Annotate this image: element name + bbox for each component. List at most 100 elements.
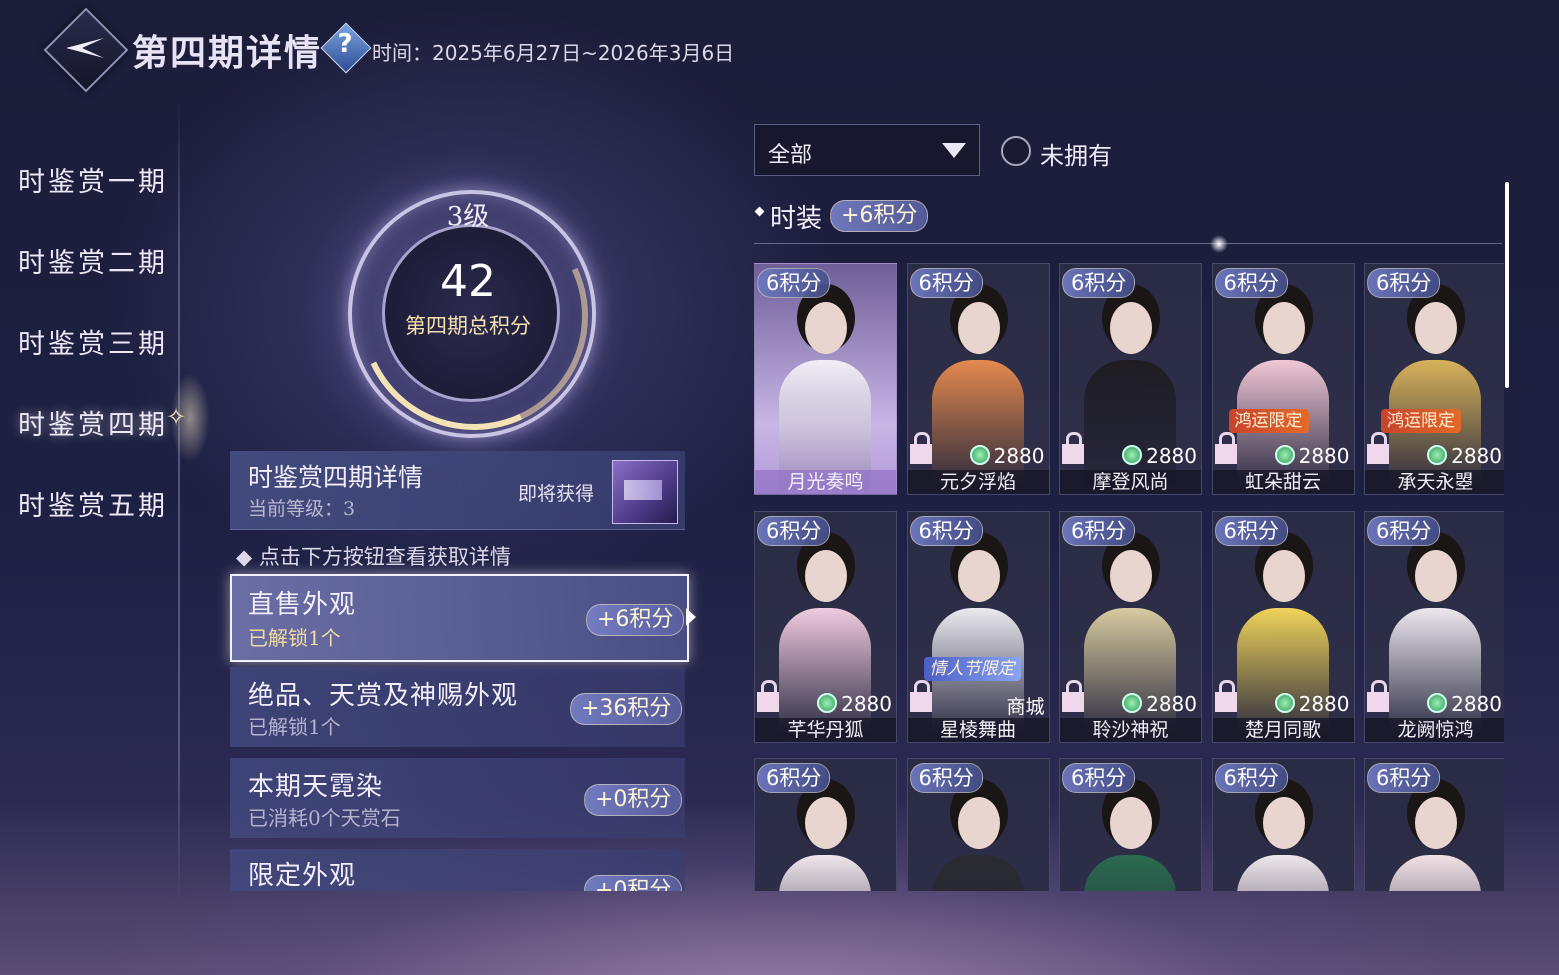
- character-head: [957, 302, 1000, 354]
- dropdown-arrow-icon: [942, 143, 966, 158]
- outfit-card[interactable]: 6积分 2880 鸿运限定承天永曌: [1364, 263, 1504, 495]
- unowned-radio[interactable]: [1001, 136, 1031, 166]
- jade-coin-icon: [1122, 445, 1143, 465]
- outfit-card[interactable]: 6积分月光奏鸣: [754, 263, 897, 495]
- question-icon: ?: [337, 29, 353, 59]
- jade-coin-icon: [969, 445, 990, 465]
- nav-item-period-4[interactable]: 时鉴赏四期: [18, 403, 168, 442]
- outfit-card[interactable]: 6积分: [754, 758, 897, 891]
- price: 2880: [817, 692, 892, 716]
- outfit-name: 摩登风尚: [1060, 470, 1201, 494]
- character-head: [957, 549, 1000, 602]
- points-badge: 6积分: [1367, 515, 1441, 546]
- category-title: 本期天霓染: [248, 772, 384, 802]
- outfit-card[interactable]: 6积分 2880 摩登风尚: [1059, 263, 1202, 495]
- outfit-card[interactable]: 6积分 2880 龙阙惊鸿: [1364, 510, 1504, 743]
- scrollbar-thumb[interactable]: [1505, 182, 1509, 388]
- outfit-card[interactable]: 6积分 2880 芊华丹狐: [754, 510, 897, 743]
- points-badge: 6积分: [757, 268, 831, 298]
- filter-selected: 全部: [768, 143, 813, 168]
- nav-item-period-1[interactable]: 时鉴赏一期: [18, 160, 168, 199]
- outfit-name: 元夕浮焰: [907, 470, 1049, 494]
- points-badge: 6积分: [1062, 515, 1136, 546]
- jade-coin-icon: [1274, 692, 1295, 713]
- lock-icon: [757, 679, 779, 714]
- character-head: [1110, 302, 1152, 354]
- outfit-card[interactable]: 6积分 2880 楚月同歌: [1211, 510, 1355, 743]
- unowned-label[interactable]: 未拥有: [1040, 136, 1112, 171]
- total-score-label: 第四期总积分: [405, 314, 531, 338]
- outfit-card[interactable]: 6积分 商城 情人节限定 星棱舞曲: [906, 510, 1050, 743]
- character-head: [1110, 549, 1152, 602]
- price: 2880: [1427, 692, 1502, 716]
- limited-tag: 鸿运限定: [1228, 409, 1309, 433]
- lock-icon: [1062, 432, 1084, 466]
- outfit-card[interactable]: 6积分: [906, 758, 1050, 891]
- section-title: 时装: [770, 204, 823, 234]
- character-head: [1262, 302, 1305, 354]
- lock-icon: [909, 679, 932, 714]
- character-head: [1415, 549, 1457, 602]
- category-premium[interactable]: 绝品、天赏及神赐外观 已解锁1个 +36积分: [230, 667, 685, 747]
- jade-coin-icon: [1122, 692, 1143, 713]
- outfit-name: 月光奏鸣: [755, 470, 896, 494]
- category-limited[interactable]: 限定外观 +0积分: [230, 849, 685, 891]
- outfit-card[interactable]: 6积分: [1059, 758, 1202, 891]
- period-text: 时间：2025年6月27日~2026年3月6日: [372, 41, 735, 65]
- points-badge: 6积分: [1062, 763, 1136, 793]
- outfit-name: 虹朵甜云: [1212, 470, 1354, 494]
- upcoming-reward-label: 即将获得: [518, 483, 595, 505]
- points-badge: 6积分: [909, 268, 983, 298]
- points-badge: 6积分: [1367, 268, 1441, 298]
- active-swirl-icon: ✧: [166, 403, 187, 431]
- back-arrow-icon: [66, 38, 104, 58]
- outfit-name: 承天永曌: [1365, 470, 1504, 494]
- hint-label: 点击下方按钮查看获取详情: [258, 545, 511, 569]
- outfit-grid: 6积分 月光奏鸣 6积分 2880 元夕浮焰 6积分 2880 摩登风尚 6积分 2880 鸿运限定…: [754, 263, 1504, 891]
- limited-tag: 鸿运限定: [1381, 409, 1461, 433]
- points-badge: +6积分: [586, 604, 685, 636]
- character-head: [1262, 797, 1305, 849]
- price-value: 2880: [1451, 444, 1502, 468]
- outfit-name: 楚月同歌: [1212, 717, 1354, 742]
- outfit-card[interactable]: 6积分 2880 元夕浮焰: [906, 263, 1050, 495]
- points-badge: 6积分: [1367, 763, 1441, 793]
- section-divider: [754, 243, 1502, 244]
- nav-item-period-5[interactable]: 时鉴赏五期: [18, 484, 168, 523]
- selected-pointer-icon: [686, 608, 696, 626]
- price: 2880: [1274, 444, 1350, 468]
- outfit-card[interactable]: 6积分: [1364, 758, 1504, 891]
- page-title: 第四期详情: [132, 32, 323, 74]
- jade-coin-icon: [1427, 692, 1448, 713]
- category-subtitle: 已消耗0个天赏石: [248, 806, 401, 830]
- outfit-card[interactable]: 6积分 2880 聆沙神祝: [1059, 510, 1202, 743]
- lock-icon: [1367, 679, 1389, 714]
- nav-divider: [178, 95, 180, 905]
- level-text: 3级: [446, 202, 490, 232]
- points-badge: 6积分: [1214, 268, 1288, 298]
- price-value: 2880: [1451, 691, 1502, 716]
- character-head: [805, 302, 847, 354]
- category-title: 直售外观: [248, 590, 357, 620]
- category-dye[interactable]: 本期天霓染 已消耗0个天赏石 +0积分: [230, 758, 685, 838]
- outfit-card[interactable]: 6积分 2880 鸿运限定虹朵甜云: [1211, 263, 1355, 495]
- outfit-card[interactable]: 6积分: [1211, 758, 1355, 891]
- category-subtitle: 已解锁1个: [248, 715, 341, 739]
- jade-coin-icon: [817, 692, 838, 713]
- section-bullet-icon: [754, 206, 765, 217]
- category-direct-sale[interactable]: 直售外观 已解锁1个 +6积分: [230, 574, 689, 662]
- nav-item-period-2[interactable]: 时鉴赏二期: [18, 241, 168, 280]
- points-badge: 6积分: [909, 515, 983, 546]
- character-head: [1415, 797, 1457, 849]
- outfit-figure: [1389, 855, 1481, 891]
- character-head: [805, 549, 847, 602]
- price-value: 2880: [1146, 691, 1197, 716]
- price: 2880: [1274, 691, 1350, 716]
- reward-item-icon: [624, 480, 662, 500]
- outfit-name: 龙阙惊鸿: [1365, 717, 1504, 742]
- points-badge: 6积分: [1062, 268, 1136, 298]
- nav-item-period-3[interactable]: 时鉴赏三期: [18, 322, 168, 361]
- price-value: 2880: [1298, 691, 1350, 716]
- outfit-figure: [1084, 855, 1176, 891]
- jade-coin-icon: [1274, 445, 1295, 465]
